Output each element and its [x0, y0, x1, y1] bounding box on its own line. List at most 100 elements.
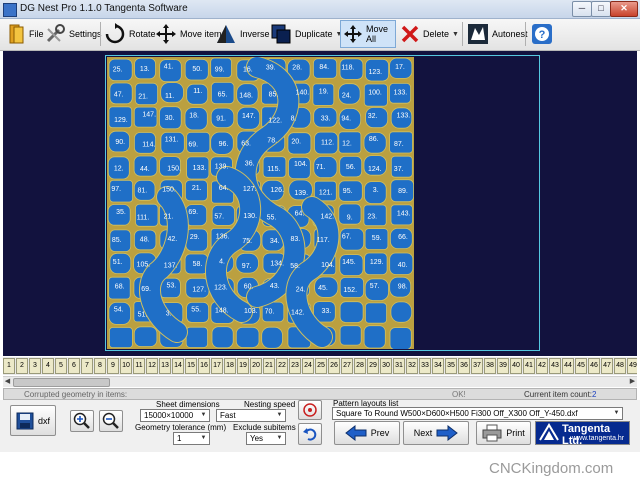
save-dxf-button[interactable]: dxf [10, 405, 56, 436]
item-tab[interactable]: 42 [536, 358, 548, 374]
item-tab[interactable]: 9 [107, 358, 119, 374]
file-button[interactable]: File [8, 20, 44, 48]
tangenta-logo[interactable]: Tangenta Ltd. www.tangenta.hr [535, 421, 630, 447]
item-tab[interactable]: 30 [380, 358, 392, 374]
item-tab[interactable]: 38 [484, 358, 496, 374]
zoom-out-button[interactable] [99, 410, 123, 432]
item-tab[interactable]: 24 [302, 358, 314, 374]
prev-button[interactable]: Prev [334, 421, 400, 445]
nested-piece[interactable] [363, 325, 386, 349]
nested-piece[interactable] [185, 326, 208, 348]
item-tab[interactable]: 20 [250, 358, 262, 374]
close-button[interactable]: ✕ [610, 1, 638, 17]
item-tab[interactable]: 47 [601, 358, 613, 374]
nested-piece[interactable] [339, 301, 364, 323]
item-tab[interactable]: 44 [562, 358, 574, 374]
settings-button[interactable]: Settings [44, 20, 102, 48]
next-button[interactable]: Next [403, 421, 469, 445]
print-button[interactable]: Print [476, 421, 531, 445]
item-tab[interactable]: 46 [588, 358, 600, 374]
nested-piece[interactable] [364, 302, 387, 324]
item-tab[interactable]: 11 [133, 358, 145, 374]
item-tab[interactable]: 15 [185, 358, 197, 374]
item-tab[interactable]: 1 [3, 358, 15, 374]
item-tab[interactable]: 41 [523, 358, 535, 374]
zoom-in-button[interactable] [70, 410, 94, 432]
item-tab[interactable]: 45 [575, 358, 587, 374]
rotate-button[interactable]: Rotate [104, 20, 156, 48]
nested-piece[interactable] [109, 327, 133, 349]
horizontal-scrollbar[interactable]: ◀ ▶ [3, 376, 637, 387]
item-tab[interactable]: 37 [471, 358, 483, 374]
geometry-tolerance-select[interactable]: 1 ▼ [173, 432, 210, 445]
delete-dropdown-arrow[interactable]: ▼ [452, 31, 459, 38]
item-tab[interactable]: 33 [419, 358, 431, 374]
item-tab[interactable]: 19 [237, 358, 249, 374]
delete-button[interactable]: Delete ▼ [400, 20, 459, 48]
move-item-button[interactable]: Move item [155, 20, 222, 48]
item-tab[interactable]: 32 [406, 358, 418, 374]
item-tab[interactable]: 49 [627, 358, 637, 374]
item-tab[interactable]: 39 [497, 358, 509, 374]
item-tab[interactable]: 31 [393, 358, 405, 374]
item-tab[interactable]: 4 [42, 358, 54, 374]
duplicate-button[interactable]: Duplicate ▼ [270, 20, 342, 48]
item-tab[interactable]: 48 [614, 358, 626, 374]
scroll-left-arrow[interactable]: ◀ [3, 377, 12, 386]
item-tab[interactable]: 3 [29, 358, 41, 374]
item-tab[interactable]: 21 [263, 358, 275, 374]
autonest-button[interactable]: Autonest [467, 20, 528, 48]
nested-piece[interactable] [339, 325, 362, 346]
item-tab[interactable]: 17 [211, 358, 223, 374]
item-tab[interactable]: 16 [198, 358, 210, 374]
nesting-canvas[interactable]: 25. 13. 41. 50. 99. 16. 39. 28. 84. 118. 123. 17. 47… [3, 51, 637, 356]
undo-button[interactable] [298, 423, 322, 445]
item-tab[interactable]: 18 [224, 358, 236, 374]
nested-piece[interactable] [133, 326, 158, 347]
nesting-speed-select[interactable]: Fast ▼ [216, 409, 286, 422]
item-tab[interactable]: 40 [510, 358, 522, 374]
item-tab[interactable]: 25 [315, 358, 327, 374]
nested-parts-drawing[interactable]: 25. 13. 41. 50. 99. 16. 39. 28. 84. 118. 123. 17. 47… [107, 57, 414, 349]
item-tab[interactable]: 34 [432, 358, 444, 374]
item-tab[interactable]: 22 [276, 358, 288, 374]
piece-number-label: 39. [266, 65, 276, 72]
item-tab[interactable]: 5 [55, 358, 67, 374]
item-tab[interactable]: 8 [94, 358, 106, 374]
piece-number-label: 152. [343, 287, 357, 294]
item-tab[interactable]: 36 [458, 358, 470, 374]
minimize-button[interactable]: ─ [572, 1, 592, 17]
piece-number-label: 91. [216, 116, 226, 123]
inverse-button[interactable]: Inverse [215, 20, 270, 48]
item-tab[interactable]: 29 [367, 358, 379, 374]
item-tab[interactable]: 35 [445, 358, 457, 374]
item-tab[interactable]: 13 [159, 358, 171, 374]
nested-piece[interactable] [389, 327, 412, 349]
exclude-subitems-select[interactable]: Yes ▼ [246, 432, 286, 445]
maximize-button[interactable]: □ [591, 1, 611, 17]
move-all-button[interactable]: Move All [340, 20, 396, 48]
scroll-right-arrow[interactable]: ▶ [628, 377, 637, 386]
item-tab[interactable]: 2 [16, 358, 28, 374]
item-tab[interactable]: 23 [289, 358, 301, 374]
nested-piece[interactable] [390, 301, 413, 323]
item-tab[interactable]: 10 [120, 358, 132, 374]
item-tab[interactable]: 6 [68, 358, 80, 374]
nested-piece[interactable] [261, 326, 283, 349]
nested-piece[interactable] [235, 326, 260, 348]
nested-parts-area[interactable]: 25. 13. 41. 50. 99. 16. 39. 28. 84. 118. 123. 17. 47… [107, 57, 414, 349]
help-button[interactable]: ? [531, 20, 553, 48]
item-tab[interactable]: 14 [172, 358, 184, 374]
item-tab[interactable]: 7 [81, 358, 93, 374]
nested-piece[interactable] [211, 326, 234, 349]
item-tab[interactable]: 26 [328, 358, 340, 374]
item-tab[interactable]: 43 [549, 358, 561, 374]
sheet-dimensions-select[interactable]: 15000×10000 ▼ [140, 409, 210, 422]
piece-number-label: 133. [397, 112, 411, 119]
scrollbar-thumb[interactable] [13, 378, 110, 387]
item-tab[interactable]: 28 [354, 358, 366, 374]
item-tab[interactable]: 12 [146, 358, 158, 374]
pattern-layouts-select[interactable]: Square To Round W500×D600×H500 Fi300 Off… [332, 407, 623, 420]
item-tab[interactable]: 27 [341, 358, 353, 374]
target-button[interactable] [298, 400, 322, 420]
